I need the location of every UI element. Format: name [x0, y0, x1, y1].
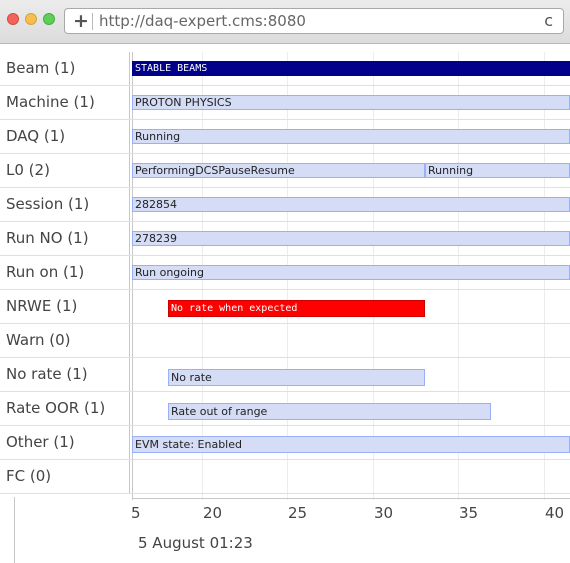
row-label: Warn (0)	[0, 324, 130, 357]
event-bar-no-rate[interactable]: No rate	[168, 369, 425, 386]
new-tab-plus-icon[interactable]: +	[73, 10, 89, 32]
event-bar-proton-physics[interactable]: PROTON PHYSICS	[132, 95, 570, 110]
row-label: DAQ (1)	[0, 120, 130, 153]
timeline-row-machine: Machine (1) PROTON PHYSICS	[0, 86, 570, 120]
event-bar-run-number[interactable]: 278239	[132, 231, 570, 246]
row-label: Run on (1)	[0, 256, 130, 289]
timeline-row-other: Other (1) EVM state: Enabled	[0, 426, 570, 460]
event-bar-no-rate-when-expected[interactable]: No rate when expected	[168, 300, 425, 317]
reload-icon[interactable]: c	[544, 11, 553, 31]
row-label: Machine (1)	[0, 86, 130, 119]
timeline-row-warn: Warn (0)	[0, 324, 570, 358]
minimize-window-button[interactable]	[25, 13, 37, 25]
event-bar-dcs-pause-resume[interactable]: PerformingDCSPauseResume	[132, 163, 425, 178]
axis-tick-label: 5	[131, 504, 141, 522]
event-bar-evm-state[interactable]: EVM state: Enabled	[132, 436, 570, 453]
event-bar-l0-running[interactable]: Running	[425, 163, 570, 178]
axis-line	[132, 498, 570, 499]
row-label: Rate OOR (1)	[0, 392, 130, 425]
timeline-row-session: Session (1) 282854	[0, 188, 570, 222]
row-label: Run NO (1)	[0, 222, 130, 255]
row-label: L0 (2)	[0, 154, 130, 187]
event-bar-stable-beams[interactable]: STABLE BEAMS	[132, 61, 570, 76]
axis-tick-label: 40	[545, 504, 565, 522]
row-label: No rate (1)	[0, 358, 130, 391]
browser-toolbar: + http://daq-expert.cms:8080 c	[0, 0, 570, 44]
event-bar-session[interactable]: 282854	[132, 197, 570, 212]
row-label: Beam (1)	[0, 52, 130, 85]
close-window-button[interactable]	[7, 13, 19, 25]
zoom-window-button[interactable]	[43, 13, 55, 25]
timeline-row-nrwe: NRWE (1) No rate when expected	[0, 290, 570, 324]
address-bar[interactable]: + http://daq-expert.cms:8080 c	[64, 8, 564, 34]
event-bar-rate-out-of-range[interactable]: Rate out of range	[168, 403, 491, 420]
timeline-row-daq: DAQ (1) Running	[0, 120, 570, 154]
timeline-row-l0: L0 (2) PerformingDCSPauseResume Running	[0, 154, 570, 188]
row-label: FC (0)	[0, 460, 130, 493]
axis-tick-label: 25	[288, 504, 308, 522]
event-bar-daq-running[interactable]: Running	[132, 129, 570, 144]
axis-date-label: 5 August 01:23	[138, 534, 253, 552]
timeline-row-beam: Beam (1) STABLE BEAMS	[0, 52, 570, 86]
axis-tick-label: 20	[203, 504, 223, 522]
row-label: Other (1)	[0, 426, 130, 459]
event-bar-run-ongoing[interactable]: Run ongoing	[132, 265, 570, 280]
timeline-row-rate-oor: Rate OOR (1) Rate out of range	[0, 392, 570, 426]
row-label: Session (1)	[0, 188, 130, 221]
time-axis: 5 20 25 30 35 40 5 August 01:23	[0, 498, 570, 563]
axis-tick-label: 30	[374, 504, 394, 522]
timeline-row-run-no: Run NO (1) 278239	[0, 222, 570, 256]
timeline-row-no-rate: No rate (1) No rate	[0, 358, 570, 392]
timeline-row-fc: FC (0)	[0, 460, 570, 494]
timeline-row-run-on: Run on (1) Run ongoing	[0, 256, 570, 290]
row-label: NRWE (1)	[0, 290, 130, 323]
axis-tick-label: 35	[459, 504, 479, 522]
address-url[interactable]: http://daq-expert.cms:8080	[99, 12, 306, 30]
address-bar-divider	[92, 13, 93, 30]
